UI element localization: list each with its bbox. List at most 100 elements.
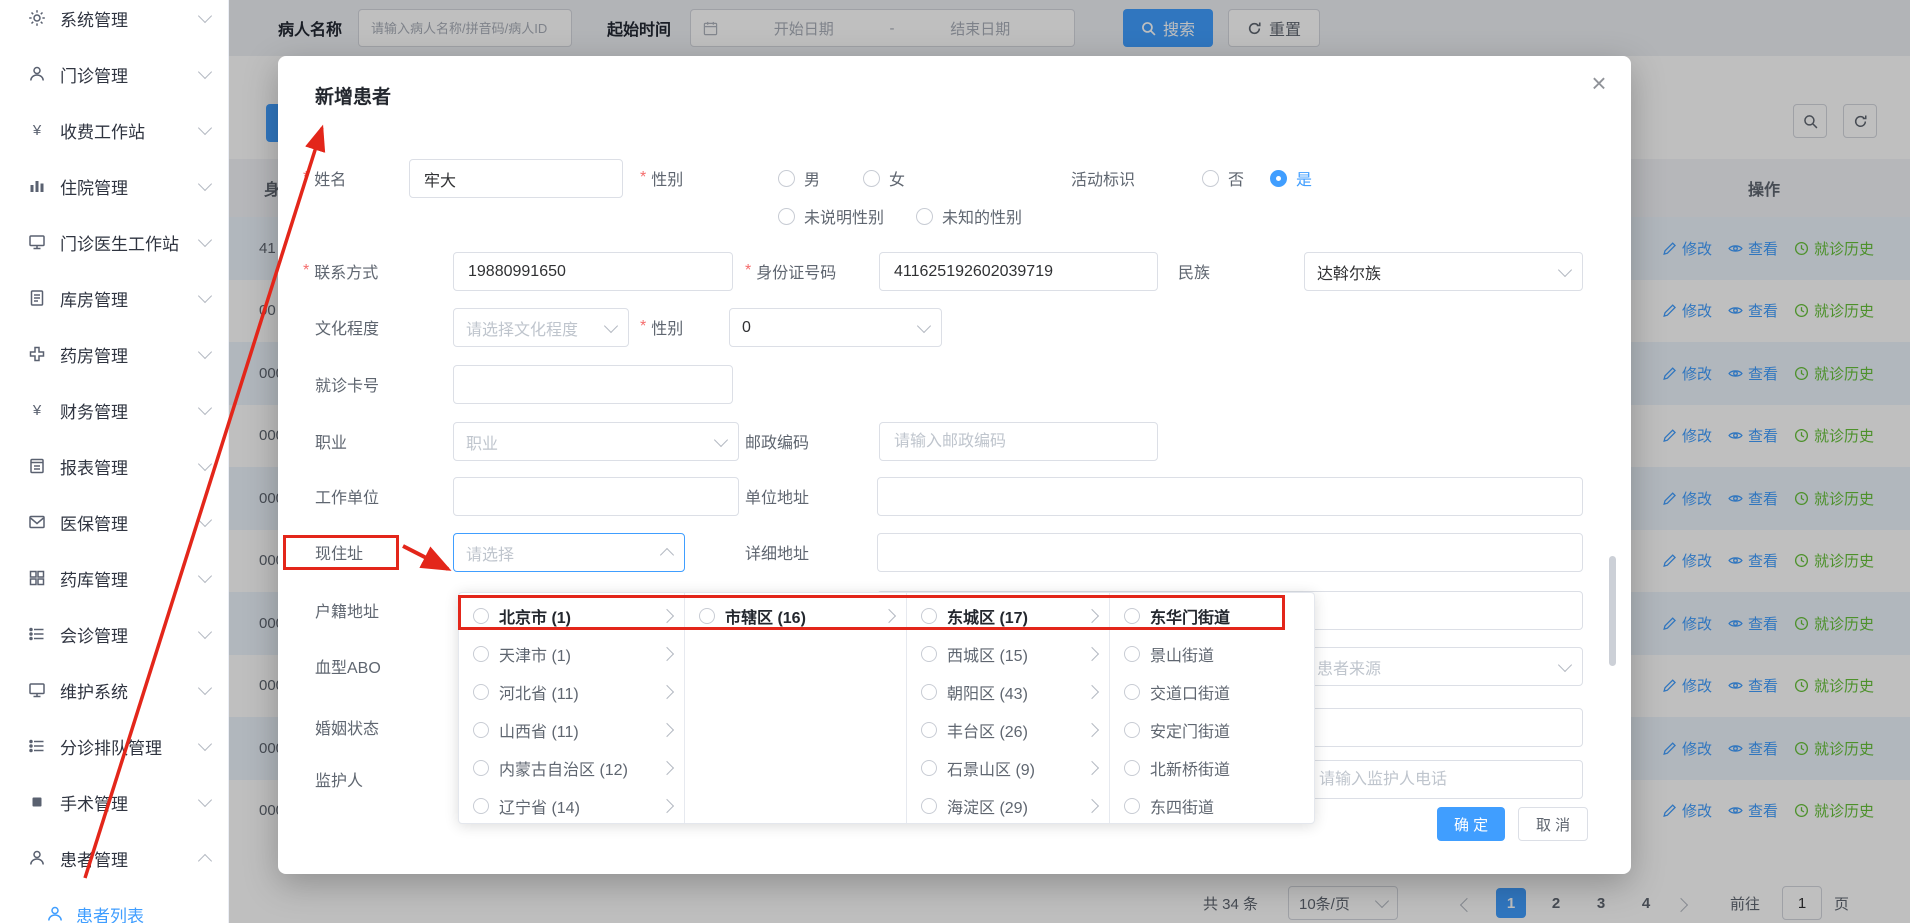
sidebar-item-insurance[interactable]: 医保管理: [0, 494, 228, 550]
sidebar-item-pharmacy[interactable]: 药房管理: [0, 326, 228, 382]
contact-input[interactable]: [466, 262, 720, 282]
ethnicity-select[interactable]: 达斡尔族: [1304, 252, 1583, 291]
gender-code-select[interactable]: 0: [729, 308, 942, 347]
gender-radio-unstated[interactable]: 未说明性别: [778, 204, 884, 228]
monitor-icon: [28, 233, 46, 251]
contact-field: [453, 252, 733, 291]
radio-icon: [473, 684, 489, 700]
education-select[interactable]: 请选择文化程度: [453, 308, 629, 347]
guardian-label: 监护人: [315, 759, 363, 798]
radio-icon: [1124, 608, 1140, 624]
sidebar-item-consultation[interactable]: 会诊管理: [0, 606, 228, 662]
detail-address-input[interactable]: [890, 543, 1570, 563]
mail-icon: [28, 513, 46, 531]
gender-radio-female[interactable]: 女: [863, 166, 905, 190]
square-icon: [28, 793, 46, 811]
chevron-right-icon: [1085, 647, 1099, 661]
cascader-option-province[interactable]: 北京市 (1): [459, 597, 684, 635]
id-number-label: 身份证号码: [745, 251, 836, 290]
unit-address-input[interactable]: [890, 487, 1570, 507]
name-field: [409, 159, 623, 198]
active-flag-label: 活动标识: [1071, 158, 1135, 197]
sidebar-item-maintenance[interactable]: 维护系统: [0, 662, 228, 718]
sidebar-item-finance[interactable]: ¥ 财务管理: [0, 382, 228, 438]
cascader-option-street[interactable]: 安定门街道: [1110, 711, 1314, 749]
app-screen: 病人名称 起始时间 开始日期 - 结束日期 搜索 重置 身份 操作: [0, 0, 1910, 923]
work-unit-field: [453, 477, 739, 516]
active-radio-yes[interactable]: 是: [1270, 166, 1312, 190]
cascader-option-province[interactable]: 河北省 (11): [459, 673, 684, 711]
blood-type-label: 血型ABO: [315, 646, 381, 685]
confirm-button[interactable]: 确 定: [1437, 807, 1505, 841]
sidebar-item-outpatient[interactable]: 门诊管理: [0, 46, 228, 102]
sidebar-item-triage-queue[interactable]: 分诊排队管理: [0, 718, 228, 774]
sidebar-item-warehouse[interactable]: 库房管理: [0, 270, 228, 326]
work-unit-input[interactable]: [466, 487, 726, 507]
chevron-down-icon: [198, 65, 212, 79]
sidebar-item-patient-list[interactable]: 患者列表: [0, 886, 228, 923]
radio-icon: [1124, 722, 1140, 738]
cascader-option-district[interactable]: 西城区 (15): [907, 635, 1109, 673]
medical-cross-icon: [28, 345, 46, 363]
patient-list-icon: [46, 905, 64, 923]
sidebar-item-reports[interactable]: 报表管理: [0, 438, 228, 494]
id-number-input[interactable]: [892, 262, 1145, 282]
chevron-right-icon: [882, 609, 896, 623]
sidebar-item-surgery[interactable]: 手术管理: [0, 774, 228, 830]
card-no-input[interactable]: [466, 375, 720, 395]
patient-icon: [28, 849, 46, 867]
modal-scrollbar[interactable]: [1609, 556, 1616, 666]
radio-icon: [921, 760, 937, 776]
sidebar-item-system[interactable]: 系统管理: [0, 0, 228, 46]
cancel-button[interactable]: 取 消: [1518, 807, 1588, 841]
list-icon: [28, 625, 46, 643]
active-radio-no[interactable]: 否: [1202, 166, 1244, 190]
chevron-down-icon: [1558, 262, 1572, 276]
chevron-up-icon: [660, 548, 674, 562]
cascader-option-district[interactable]: 朝阳区 (43): [907, 673, 1109, 711]
cascader-option-district[interactable]: 石景山区 (9): [907, 749, 1109, 787]
document-icon: [28, 289, 46, 307]
name-label: 姓名: [303, 158, 346, 197]
cascader-option-province[interactable]: 山西省 (11): [459, 711, 684, 749]
cascader-option-street[interactable]: 东华门街道: [1110, 597, 1314, 635]
cascader-option-district[interactable]: 东城区 (17): [907, 597, 1109, 635]
close-icon[interactable]: ×: [1584, 68, 1614, 98]
gear-icon: [28, 9, 46, 27]
cascader-option-street[interactable]: 东四街道: [1110, 787, 1314, 823]
chevron-right-icon: [660, 761, 674, 775]
sidebar-item-inpatient[interactable]: 住院管理: [0, 158, 228, 214]
chevron-down-icon: [198, 233, 212, 247]
chevron-down-icon: [604, 318, 618, 332]
name-input[interactable]: [422, 169, 610, 189]
ethnicity-label: 民族: [1178, 251, 1210, 290]
work-unit-label: 工作单位: [315, 476, 379, 515]
cascader-option-street[interactable]: 景山街道: [1110, 635, 1314, 673]
cascader-option-street[interactable]: 北新桥街道: [1110, 749, 1314, 787]
cascader-option-province[interactable]: 天津市 (1): [459, 635, 684, 673]
cascader-option-district[interactable]: 海淀区 (29): [907, 787, 1109, 823]
sidebar-item-charging-station[interactable]: ¥ 收费工作站: [0, 102, 228, 158]
cascader-option-province[interactable]: 内蒙古自治区 (12): [459, 749, 684, 787]
queue-list-icon: [28, 737, 46, 755]
chevron-down-icon: [917, 318, 931, 332]
gender-radio-unknown[interactable]: 未知的性别: [916, 204, 1022, 228]
patient-source-select[interactable]: 患者来源: [1304, 647, 1583, 686]
cascader-option-street[interactable]: 交道口街道: [1110, 673, 1314, 711]
chevron-right-icon: [660, 685, 674, 699]
postal-input[interactable]: [892, 432, 1145, 452]
cascader-option-city[interactable]: 市辖区 (16): [685, 597, 906, 635]
gender-radio-male[interactable]: 男: [778, 166, 820, 190]
sidebar-item-patient-management[interactable]: 患者管理: [0, 830, 228, 886]
sidebar-item-drug-storage[interactable]: 药库管理: [0, 550, 228, 606]
guardian-phone-input[interactable]: [1317, 770, 1570, 790]
grid-icon: [28, 569, 46, 587]
cascader-option-province[interactable]: 辽宁省 (14): [459, 787, 684, 823]
sidebar-item-doctor-station[interactable]: 门诊医生工作站: [0, 214, 228, 270]
occupation-select[interactable]: 职业: [453, 422, 739, 461]
cascader-option-district[interactable]: 丰台区 (26): [907, 711, 1109, 749]
radio-icon: [921, 646, 937, 662]
current-address-cascader-select[interactable]: 请选择: [453, 533, 685, 572]
chevron-right-icon: [660, 647, 674, 661]
id-number-field: [879, 252, 1158, 291]
